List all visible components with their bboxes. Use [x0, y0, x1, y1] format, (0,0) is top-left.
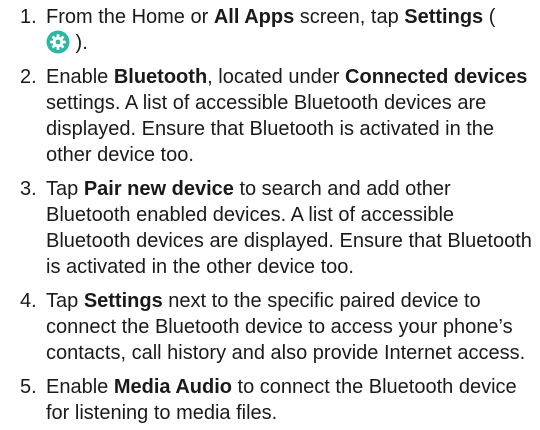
step-text: Tap Pair new device to search and add ot…	[46, 178, 532, 278]
step-text-fragment: Enable	[46, 376, 114, 398]
step-text-fragment: Tap	[46, 178, 84, 200]
step-text: Enable Media Audio to connect the Blueto…	[46, 376, 517, 424]
media-audio-label: Media Audio	[113, 376, 232, 398]
step-number: 1.	[20, 6, 37, 28]
step-text-fragment: Tap	[46, 290, 84, 312]
step-text-fragment: From the Home or	[46, 6, 214, 28]
step-4: 4. Tap Settings next to the specific pai…	[0, 288, 540, 366]
step-text-fragment: , located under	[207, 66, 346, 88]
step-text-fragment: screen, tap	[294, 6, 405, 28]
step-number: 4.	[20, 290, 37, 312]
step-text-fragment: settings. A list of accessible Bluetooth…	[46, 92, 495, 166]
step-3: 3. Tap Pair new device to search and add…	[0, 176, 540, 280]
step-text-fragment: (	[483, 6, 496, 28]
all-apps-label: All Apps	[213, 6, 295, 28]
pair-new-device-label: Pair new device	[83, 178, 234, 200]
step-text-fragment: Enable	[46, 66, 114, 88]
connected-devices-label: Connected devices	[345, 66, 528, 88]
settings-gear-icon	[46, 30, 70, 54]
step-number: 2.	[20, 66, 37, 88]
step-1: 1. From the Home or All Apps screen, tap…	[0, 4, 540, 56]
step-number: 3.	[20, 178, 37, 200]
step-2: 2. Enable Bluetooth, located under Conne…	[0, 64, 540, 168]
step-text: From the Home or All Apps screen, tap Se…	[46, 6, 495, 54]
step-text: Enable Bluetooth, located under Connecte…	[46, 66, 527, 166]
settings-label: Settings	[404, 6, 484, 28]
step-text: Tap Settings next to the specific paired…	[46, 290, 525, 364]
bluetooth-label: Bluetooth	[113, 66, 208, 88]
step-5: 5. Enable Media Audio to connect the Blu…	[0, 374, 540, 426]
settings-label: Settings	[83, 290, 163, 312]
instruction-steps-list: 1. From the Home or All Apps screen, tap…	[0, 0, 540, 426]
step-text-fragment: ).	[70, 32, 88, 54]
step-number: 5.	[20, 376, 37, 398]
